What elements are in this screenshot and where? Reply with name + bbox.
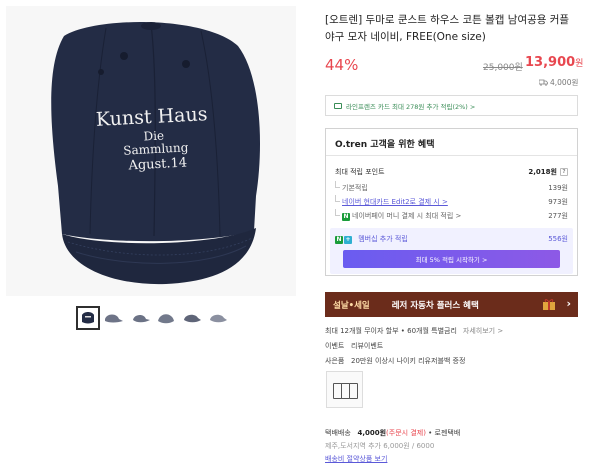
product-detail-panel: [오트렌] 두마로 쿤스트 하우스 코튼 볼캡 남여공용 커플 야구 모자 네이… (325, 0, 585, 468)
ad-banner[interactable]: 설날•세일 레저 자동차 플러스 혜택 › (325, 292, 578, 317)
gift-image[interactable] (326, 371, 363, 408)
naverpay-n-icon: N (342, 213, 350, 221)
product-gallery: Kunst Haus Die Sammlung Agust.14 (0, 0, 300, 468)
cap-thumb-grey-icon (158, 314, 174, 324)
membership-label: 멤버십 추가 적립 (358, 235, 408, 243)
help-icon[interactable]: ? (560, 168, 568, 176)
membership-row: N + 멤버십 추가 적립 556원 (335, 232, 568, 246)
card-promo-text: 라인프렌즈 카드 최대 278원 추가 적립(2%) > (346, 102, 476, 111)
points-value-naverpay: 277원 (548, 212, 568, 220)
points-value-card: 973원 (548, 198, 568, 206)
shipping-fee-mini: 4,000원 (539, 77, 578, 88)
points-label-naverpay[interactable]: 네이버페이 머니 결제 시 최대 적립 > (352, 212, 461, 220)
divider (326, 155, 577, 156)
thumbnail-1[interactable] (76, 306, 100, 330)
card-promo-banner[interactable]: 라인프렌즈 카드 최대 278원 추가 적립(2%) > (325, 95, 578, 116)
shipping-label: 택배배송 (325, 429, 351, 437)
gift-label: 사은품 (325, 357, 345, 365)
cap-thumb-grey-icon (133, 314, 150, 323)
benefit-box: O.tren 고객을 위한 혜택 최대 적립 포인트 2,018원 ? 기본적립… (325, 128, 578, 276)
points-label-basic: 기본적립 (342, 184, 368, 192)
points-label-card[interactable]: 네이버 현대카드 Edit2로 결제 시 > (342, 197, 448, 207)
event-label: 이벤트 (325, 342, 345, 350)
cap-embroidery-line4: Agust.14 (127, 155, 187, 173)
sale-price-unit: 원 (575, 59, 584, 69)
cap-thumb-grey-icon (210, 314, 227, 323)
gift-value: 20만원 이상시 나이키 리유저블백 증정 (351, 357, 466, 365)
installment-text: 최대 12개월 무이자 할부 • 60개월 특별금리 (325, 327, 457, 335)
shipping-row: 택배배송 4,000원(주문시 결제) • 로젠택배 (325, 428, 460, 438)
thumbnail-4[interactable] (154, 306, 178, 330)
tree-branch (335, 209, 340, 216)
points-row-basic: 기본적립 139원 (335, 181, 568, 193)
event-row: 이벤트 리뷰이벤트 (325, 341, 383, 351)
points-row-naverpay[interactable]: N 네이버페이 머니 결제 시 최대 적립 > 277원 (335, 209, 568, 221)
chevron-right-icon: › (566, 297, 571, 310)
points-row-card[interactable]: 네이버 현대카드 Edit2로 결제 시 > 973원 (335, 195, 568, 207)
shipping-extra: 제주,도서지역 추가 6,000원 / 6000 (325, 442, 435, 450)
cap-thumb-grey-icon (105, 314, 123, 323)
thumbnail-strip (76, 306, 230, 330)
benefit-heading: O.tren 고객을 위한 혜택 (335, 140, 435, 150)
truck-icon (539, 79, 548, 86)
cap-photo: Kunst Haus Die Sammlung Agust.14 (51, 22, 261, 285)
shipping-fee-mini-text: 4,000원 (550, 78, 579, 87)
ad-banner-text: 레저 자동차 플러스 혜택 (391, 300, 479, 311)
sale-price-number: 13,900 (525, 55, 576, 70)
cap-thumb-navy-icon (82, 312, 94, 324)
shipping-fee: 4,000원 (357, 429, 387, 437)
thumbnail-3[interactable] (128, 306, 152, 330)
max-points-value: 2,018원 (528, 168, 557, 176)
installment-row: 최대 12개월 무이자 할부 • 60개월 특별금리 자세히보기 > (325, 326, 503, 336)
product-title: [오트렌] 두마로 쿤스트 하우스 코튼 볼캡 남여공용 커플 야구 모자 네이… (325, 14, 570, 43)
thumbnail-2[interactable] (102, 306, 126, 330)
thumbnail-5[interactable] (180, 306, 204, 330)
bag-icon (349, 383, 358, 399)
tree-branch (335, 195, 340, 202)
max-points-label: 최대 적립 포인트 (335, 168, 385, 176)
cap-thumb-grey-icon (184, 314, 201, 323)
product-main-image[interactable]: Kunst Haus Die Sammlung Agust.14 (6, 6, 296, 296)
naver-plus-icon: N + (335, 236, 352, 244)
ad-banner-tag: 설날•세일 (333, 300, 370, 311)
tree-branch (335, 181, 340, 188)
membership-start-button[interactable]: 최대 5% 적립 시작하기 > (343, 250, 560, 268)
shipping-save-link[interactable]: 배송비 절약상품 보기 (325, 454, 387, 464)
gift-row: 사은품 20만원 이상시 나이키 리유저블백 증정 (325, 356, 465, 366)
installment-detail-link[interactable]: 자세히보기 > (463, 327, 503, 335)
shipping-note: (주문시 결제) (386, 429, 426, 437)
event-value[interactable]: 리뷰이벤트 (351, 342, 383, 350)
discount-rate: 44% (325, 56, 359, 74)
gift-box-icon (542, 298, 556, 313)
sale-price: 13,900원 (525, 55, 583, 70)
shipping-carrier: • 로젠택배 (428, 429, 461, 437)
max-points-row: 최대 적립 포인트 2,018원 ? (335, 167, 568, 177)
points-value-basic: 139원 (548, 184, 568, 192)
membership-value: 556원 (548, 235, 568, 243)
original-price: 25,000원 (483, 63, 523, 73)
thumbnail-6[interactable] (206, 306, 230, 330)
credit-card-icon (334, 102, 342, 109)
